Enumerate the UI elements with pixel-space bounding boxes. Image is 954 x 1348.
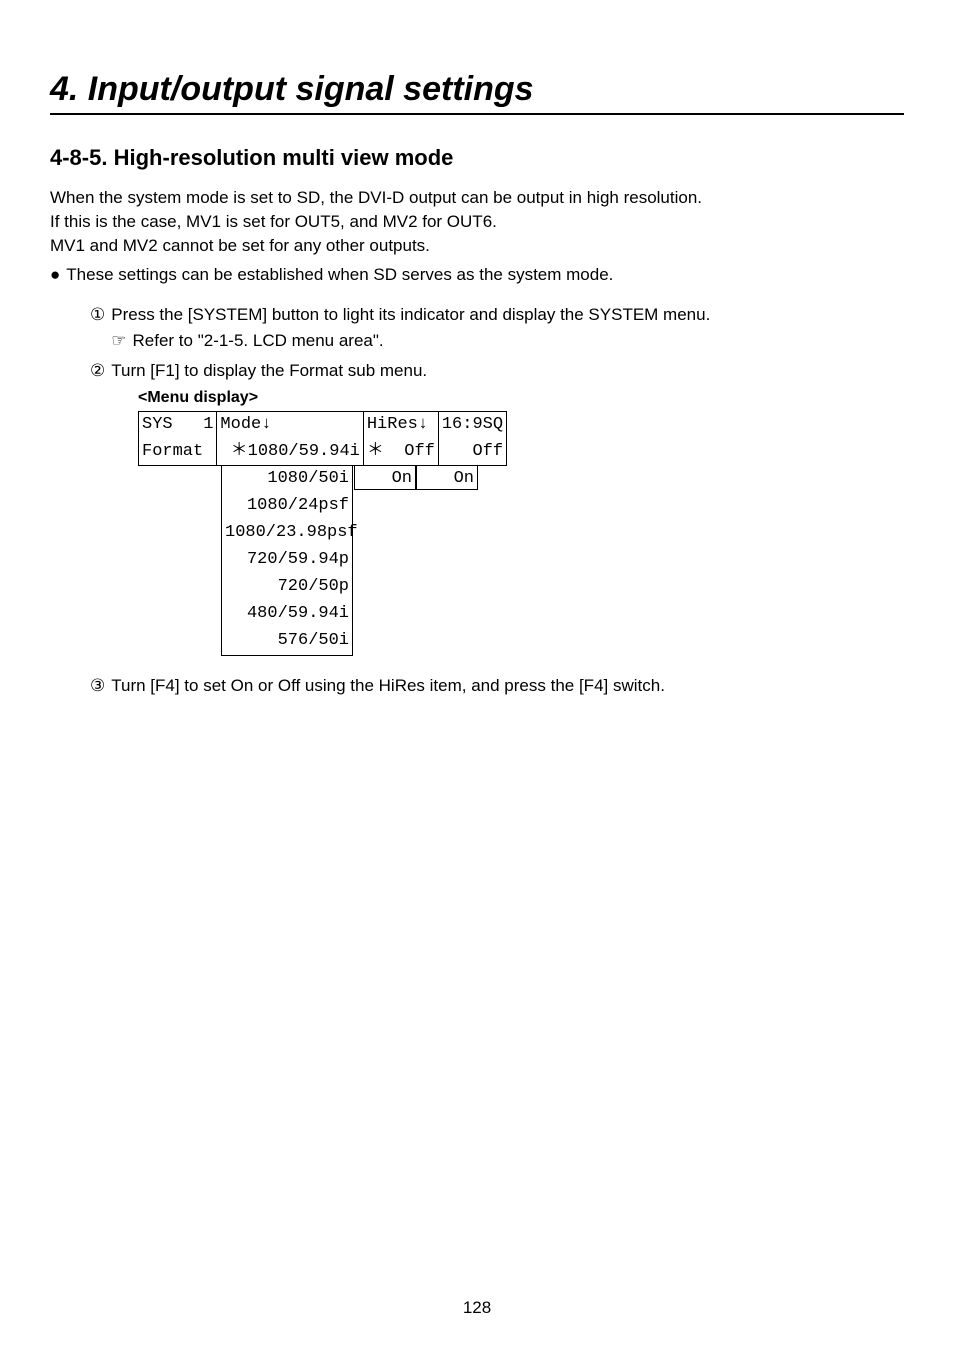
mode-option: 1080/50i xyxy=(221,466,353,493)
menu-169sq-header: 16:9SQ xyxy=(438,411,506,438)
menu-sys-cell: SYS 1 xyxy=(139,411,217,438)
mode-option: 576/50i xyxy=(221,628,353,656)
mode-option: 1080/23.98psf xyxy=(221,520,353,547)
hires-option: On xyxy=(354,466,416,490)
mode-option: 1080/24psf xyxy=(221,493,353,520)
page-number: 128 xyxy=(0,1298,954,1318)
menu-display-block: SYS 1 Mode↓ HiRes↓ 16:9SQ Format ＊1080/5… xyxy=(138,411,904,656)
menu-format-label: Format xyxy=(139,439,217,466)
menu-hires-value: ＊ Off xyxy=(363,439,438,466)
menu-display-caption: <Menu display> xyxy=(138,389,904,407)
circled-one-icon: ① xyxy=(90,303,105,353)
mode-option: 480/59.94i xyxy=(221,601,353,628)
step-2: ② Turn [F1] to display the Format sub me… xyxy=(90,359,904,383)
circled-three-icon: ③ xyxy=(90,674,105,698)
menu-options-block: 1080/50i On On 1080/24psf 1080/23.98psf … xyxy=(138,466,904,656)
step-3: ③ Turn [F4] to set On or Off using the H… xyxy=(90,674,904,698)
bullet-icon: ● xyxy=(50,263,60,287)
step-1-ref-text: Refer to "2-1-5. LCD menu area". xyxy=(133,329,384,353)
section-number: 4-8-5. xyxy=(50,145,107,170)
step-1-text: Press the [SYSTEM] button to light its i… xyxy=(111,303,904,327)
step-2-text: Turn [F1] to display the Format sub menu… xyxy=(111,359,904,383)
pointer-icon: ☞ xyxy=(111,329,126,353)
menu-mode-value: ＊1080/59.94i xyxy=(217,439,363,466)
step-3-text: Turn [F4] to set On or Off using the HiR… xyxy=(111,674,904,698)
step-1: ① Press the [SYSTEM] button to light its… xyxy=(90,303,904,353)
menu-169sq-value: Off xyxy=(438,439,506,466)
mode-option: 720/59.94p xyxy=(221,547,353,574)
intro-paragraph: When the system mode is set to SD, the D… xyxy=(50,186,904,257)
circled-two-icon: ② xyxy=(90,359,105,383)
menu-table: SYS 1 Mode↓ HiRes↓ 16:9SQ Format ＊1080/5… xyxy=(138,411,507,467)
note-text: These settings can be established when S… xyxy=(66,263,613,287)
section-title: High-resolution multi view mode xyxy=(114,145,454,170)
mode-option: 720/50p xyxy=(221,574,353,601)
sq-option: On xyxy=(416,466,478,490)
intro-line-2: If this is the case, MV1 is set for OUT5… xyxy=(50,210,904,234)
step-1-ref: ☞ Refer to "2-1-5. LCD menu area". xyxy=(111,329,904,353)
intro-line-3: MV1 and MV2 cannot be set for any other … xyxy=(50,234,904,258)
intro-line-1: When the system mode is set to SD, the D… xyxy=(50,186,904,210)
section-heading: 4-8-5. High-resolution multi view mode xyxy=(50,145,904,171)
note-bullet: ● These settings can be established when… xyxy=(50,263,904,287)
menu-hires-header: HiRes↓ xyxy=(363,411,438,438)
chapter-heading: 4. Input/output signal settings xyxy=(50,70,904,115)
menu-mode-header: Mode↓ xyxy=(217,411,363,438)
